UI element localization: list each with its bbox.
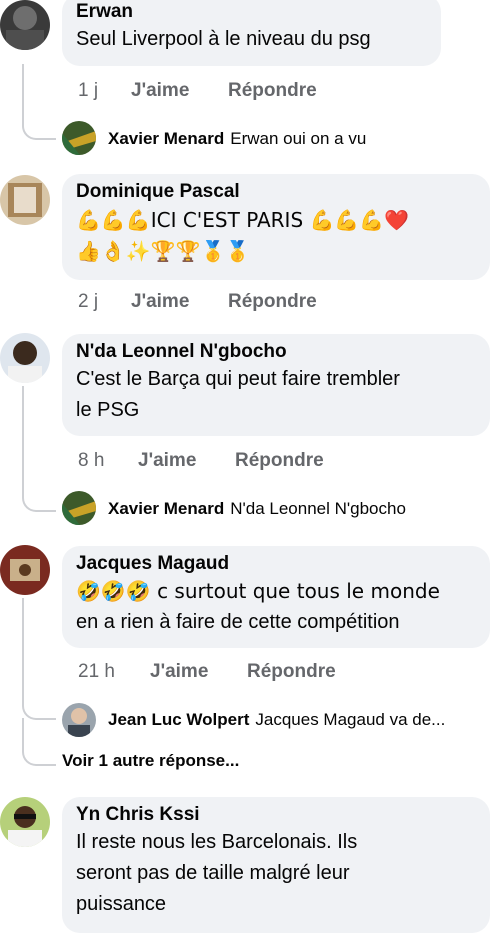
comment-author[interactable]: Erwan [76,0,427,24]
comment-bubble: N'da Leonnel N'gbocho C'est le Barça qui… [62,334,490,436]
like-button[interactable]: J'aime [131,79,189,103]
like-button[interactable]: J'aime [131,290,189,314]
comment-actions: 1 j J'aime Répondre [78,79,338,103]
reply-button[interactable]: Répondre [228,290,317,314]
comment-bubble: Jacques Magaud 🤣🤣🤣 c surtout que tous le… [62,546,490,648]
reply-preview: Jacques Magaud va de... [255,710,446,729]
comment-time[interactable]: 1 j [78,79,98,103]
comment-actions: 8 h J'aime Répondre [78,449,358,473]
comment-author[interactable]: Yn Chris Kssi [76,803,476,827]
avatar-image-icon [0,545,50,595]
comment-author[interactable]: Jacques Magaud [76,552,476,576]
comment-text: puissance [76,893,167,915]
comment-text: C'est le Barça qui peut faire trembler [76,368,400,390]
reply-preview: Erwan oui on a vu [230,129,367,148]
reply-author[interactable]: Xavier Menard [108,129,224,148]
reply-avatar[interactable] [62,703,96,737]
comment-author[interactable]: N'da Leonnel N'gbocho [76,340,476,364]
comment-text: le PSG [76,399,140,421]
reply-avatar[interactable] [62,121,96,155]
reply-author[interactable]: Xavier Menard [108,499,224,518]
avatar[interactable] [0,175,50,225]
reply-preview: N'da Leonnel N'gbocho [230,499,406,518]
comment-time[interactable]: 2 j [78,290,98,314]
thread-connector [22,598,56,720]
comment-author[interactable]: Dominique Pascal [76,180,476,204]
comment-time[interactable]: 8 h [78,449,104,473]
like-button[interactable]: J'aime [150,660,208,684]
view-more-replies-link[interactable]: Voir 1 autre réponse... [62,751,239,771]
avatar[interactable] [0,545,50,595]
reply-summary[interactable]: Jean Luc Wolpert Jacques Magaud va de... [108,709,445,731]
reply-summary[interactable]: Xavier Menard Erwan oui on a vu [108,128,366,150]
reply-summary[interactable]: Xavier Menard N'da Leonnel N'gbocho [108,498,406,520]
reply-button[interactable]: Répondre [247,660,336,684]
avatar-image-icon [0,333,50,383]
comment-bubble: Yn Chris Kssi Il reste nous les Barcelon… [62,797,490,933]
reply-avatar[interactable] [62,491,96,525]
reply-button[interactable]: Répondre [228,79,317,103]
avatar-image-icon [62,491,96,525]
avatar-image-icon [62,121,96,155]
comment-actions: 2 j J'aime Répondre [78,290,338,314]
avatar[interactable] [0,333,50,383]
reply-author[interactable]: Jean Luc Wolpert [108,710,249,729]
comment-bubble: Dominique Pascal 💪💪💪ICI C'EST PARIS 💪💪💪❤… [62,174,490,280]
thread-connector [22,64,56,140]
comment-bubble: Erwan Seul Liverpool à le niveau du psg [62,0,441,66]
avatar-image-icon [0,0,50,50]
avatar-image-icon [0,797,50,847]
comment-text: 💪💪💪ICI C'EST PARIS 💪💪💪❤️ [76,208,410,232]
comment-text: 🤣🤣🤣 c surtout que tous le monde [76,579,440,603]
avatar[interactable] [0,797,50,847]
comment-text: 👍👌✨🏆🏆🥇🥇 [76,239,251,263]
avatar[interactable] [0,0,50,50]
comment-text: Seul Liverpool à le niveau du psg [76,28,371,50]
comment-text: en a rien à faire de cette compétition [76,611,400,633]
thread-connector [22,386,56,512]
reply-button[interactable]: Répondre [235,449,324,473]
comment-actions: 21 h J'aime Répondre [78,660,368,684]
avatar-image-icon [62,703,96,737]
like-button[interactable]: J'aime [138,449,196,473]
comment-text: seront pas de taille malgré leur [76,862,350,884]
comment-text: Il reste nous les Barcelonais. Ils [76,831,358,853]
thread-connector [22,718,56,766]
avatar-image-icon [0,175,50,225]
comment-time[interactable]: 21 h [78,660,115,684]
